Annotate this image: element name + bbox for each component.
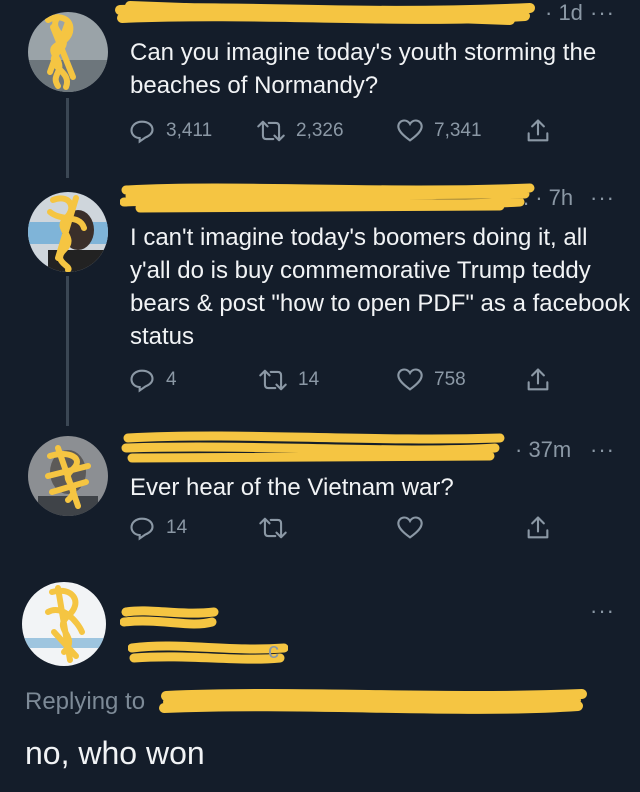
- like-icon: [397, 119, 423, 142]
- retweet-icon: [259, 369, 287, 391]
- reply-icon: [130, 517, 154, 541]
- reply-button[interactable]: 3,411: [128, 116, 212, 146]
- avatar[interactable]: [28, 436, 108, 516]
- thread-line: [66, 276, 69, 426]
- replying-to-label: Replying to: [25, 688, 146, 715]
- share-button[interactable]: [524, 116, 552, 146]
- reply-count: 14: [166, 517, 188, 538]
- like-button[interactable]: 7,341: [396, 116, 482, 146]
- share-icon: [527, 119, 549, 142]
- reply-button[interactable]: 14: [128, 513, 187, 543]
- reply-count: 4: [166, 369, 177, 390]
- tweet-actions: 4 14 758: [128, 365, 568, 395]
- reply-count: 3,411: [166, 120, 213, 141]
- tweet-text: I can't imagine today's boomers doing it…: [130, 224, 630, 350]
- more-icon[interactable]: ···: [590, 598, 615, 624]
- redacted-reply-handle: [159, 689, 587, 714]
- avatar[interactable]: [22, 582, 106, 666]
- handle-suffix: c: [268, 638, 279, 663]
- tweet-actions: 14: [128, 513, 568, 543]
- tweet-actions: 3,411 2,326 7,341: [128, 116, 568, 146]
- more-icon[interactable]: ···: [590, 185, 615, 211]
- avatar[interactable]: [28, 12, 108, 92]
- redacted-username: [121, 431, 505, 463]
- retweet-button[interactable]: 2,326: [256, 116, 344, 146]
- thread-view: · 1d ··· Can you imagine today's youth s…: [0, 0, 640, 792]
- reply-button[interactable]: 4: [128, 365, 177, 395]
- like-count: 7,341: [434, 120, 482, 141]
- like-count: 758: [434, 369, 466, 390]
- redacted-username: [115, 1, 535, 25]
- redacted-display-name: [120, 606, 219, 629]
- tweet-time: · 37m: [515, 437, 572, 462]
- retweet-count: 14: [298, 369, 320, 390]
- more-icon[interactable]: ···: [590, 0, 615, 26]
- redacted-username: [120, 183, 535, 213]
- like-icon: [397, 516, 423, 539]
- retweet-icon: [259, 517, 287, 539]
- tweet-text: Ever hear of the Vietnam war?: [130, 474, 454, 501]
- share-icon: [527, 516, 549, 539]
- share-button[interactable]: [524, 513, 552, 543]
- like-icon: [397, 368, 423, 391]
- like-button[interactable]: [396, 513, 424, 543]
- more-icon[interactable]: ···: [590, 437, 615, 463]
- retweet-button[interactable]: 14: [258, 365, 319, 395]
- like-button[interactable]: 758: [396, 365, 466, 395]
- reply-icon: [130, 369, 154, 393]
- tweet-time: · 1d: [545, 0, 583, 25]
- retweet-count: 2,326: [296, 120, 344, 141]
- reply-icon: [130, 120, 154, 144]
- thread-line: [66, 98, 69, 178]
- retweet-icon: [257, 120, 285, 142]
- retweet-button[interactable]: [258, 513, 288, 543]
- tweet-time: . · 7h: [523, 185, 574, 210]
- avatar[interactable]: [28, 192, 108, 272]
- share-icon: [527, 368, 549, 391]
- share-button[interactable]: [524, 365, 552, 395]
- tweet-text: Can you imagine today's youth storming t…: [130, 39, 597, 99]
- redacted-handle: [128, 641, 288, 664]
- handle: c: [128, 636, 308, 666]
- focused-tweet-text: no, who won: [25, 735, 205, 771]
